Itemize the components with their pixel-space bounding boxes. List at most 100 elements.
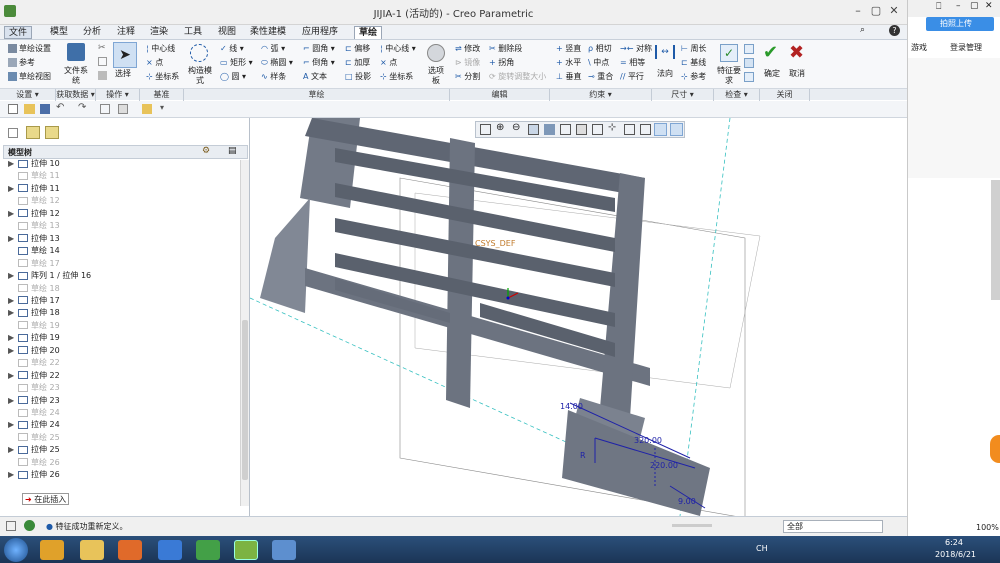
tree-scrollbar[interactable] (240, 160, 249, 506)
expand-arrow-icon[interactable]: ▶ (8, 345, 18, 357)
cancel-button[interactable]: 取消 (789, 68, 805, 80)
clock-date[interactable]: 2018/6/21 (935, 550, 976, 559)
sketch-centerline-button[interactable]: ¦ 中心线 ▾ (380, 43, 416, 55)
tree-item[interactable]: ▶ 拉伸 24 (8, 419, 60, 431)
file-system-button[interactable]: 文件系统 (64, 66, 88, 88)
copy-icon[interactable] (98, 57, 107, 66)
group-operations[interactable]: 操作 ▾ (96, 89, 140, 101)
taskbar-cloud-icon[interactable] (158, 540, 182, 560)
folder-browser-icon[interactable] (45, 126, 59, 139)
vertical-button[interactable]: + 竖直 (556, 43, 581, 55)
tree-item[interactable]: 草绘 25 (8, 432, 60, 444)
refit-icon[interactable] (480, 124, 491, 135)
menu-annotate[interactable]: 注释 (113, 26, 139, 39)
input-language[interactable]: CH (756, 544, 768, 553)
undo-icon[interactable]: ↶ (56, 102, 64, 113)
inspect-tool-3-icon[interactable] (744, 72, 754, 82)
menu-file[interactable]: 文件 (4, 26, 33, 39)
save-icon[interactable] (40, 104, 50, 114)
menu-sketch[interactable]: 草绘 (354, 26, 383, 39)
view-manager-icon[interactable] (576, 124, 587, 135)
side-panel-scrollbar[interactable] (991, 180, 1000, 300)
tree-item[interactable]: ▶ 拉伸 20 (8, 345, 60, 357)
coincident-button[interactable]: ⊸ 重合 (588, 71, 613, 83)
customize-qat-icon[interactable]: ▾ (160, 103, 164, 112)
repaint-icon[interactable] (528, 124, 539, 135)
tree-item[interactable]: 草绘 23 (8, 382, 60, 394)
construction-mode-button[interactable]: 构造模式 (188, 66, 212, 88)
dimension-220[interactable]: 220.00 (650, 461, 678, 470)
menu-view[interactable]: 视图 (214, 26, 240, 39)
tree-filter-icon[interactable]: ▤ (228, 146, 237, 156)
tree-scroll-thumb[interactable] (242, 320, 248, 480)
display-style-icon[interactable] (544, 124, 555, 135)
selection-filter[interactable]: 全部 (783, 520, 883, 533)
menu-analysis[interactable]: 分析 (79, 26, 105, 39)
expand-arrow-icon[interactable]: ▶ (8, 270, 18, 282)
tree-item[interactable]: ▶ 拉伸 23 (8, 395, 60, 407)
tree-toggle-icon[interactable] (8, 128, 18, 138)
expand-arrow-icon[interactable]: ▶ (8, 370, 18, 382)
help-icon[interactable]: ? (889, 25, 900, 36)
redo-icon[interactable]: ↷ (78, 102, 86, 113)
maximize-icon[interactable]: ▢ (868, 3, 884, 19)
sketch-setup-button[interactable]: 草绘设置 (8, 43, 51, 55)
delete-segment-button[interactable]: ✂ 删除段 (489, 43, 522, 55)
arc-button[interactable]: ◠ 弧 ▾ (261, 43, 285, 55)
zoom-out-icon[interactable]: ⊖ (512, 122, 520, 133)
expand-arrow-icon[interactable]: ▶ (8, 183, 18, 195)
taskbar-paint-icon[interactable] (272, 540, 296, 560)
symmetric-button[interactable]: →← 对称 (620, 43, 652, 55)
tree-item[interactable]: 草绘 14 (8, 245, 60, 257)
mirror-button[interactable]: ⊳ 镜像 (455, 57, 480, 69)
expand-arrow-icon[interactable]: ▶ (8, 469, 18, 481)
taskbar-browser-icon[interactable] (40, 540, 64, 560)
expand-arrow-icon[interactable]: ▶ (8, 444, 18, 456)
side-panel-minimize-icon[interactable]: – (956, 1, 961, 11)
divide-button[interactable]: ✂ 分割 (455, 71, 480, 83)
spline-button[interactable]: ∿ 样条 (261, 71, 286, 83)
games-link[interactable]: 游戏 (911, 42, 927, 53)
rectangle-button[interactable]: ▭ 矩形 ▾ (220, 57, 253, 69)
feature-requirements-button[interactable]: 特征要求 (717, 66, 741, 88)
tree-item[interactable]: 草绘 22 (8, 357, 60, 369)
perimeter-button[interactable]: ⊢ 周长 (681, 43, 707, 55)
inspect-tool-2-icon[interactable] (744, 58, 754, 68)
regenerate-icon[interactable] (100, 104, 110, 114)
tree-item[interactable]: 草绘 12 (8, 195, 60, 207)
expand-arrow-icon[interactable]: ▶ (8, 233, 18, 245)
new-file-icon[interactable] (8, 104, 18, 114)
menu-apps[interactable]: 应用程序 (298, 26, 342, 39)
select-button[interactable]: 选择 (115, 68, 131, 80)
group-constrain[interactable]: 约束 ▾ (550, 89, 652, 101)
search-icon[interactable]: ⌕ (860, 25, 865, 35)
fillet-button[interactable]: ⌐ 圆角 ▾ (303, 43, 335, 55)
tree-item[interactable]: ▶ 拉伸 18 (8, 307, 60, 319)
inspect-tool-1-icon[interactable] (744, 44, 754, 54)
menu-flexible[interactable]: 柔性建模 (246, 26, 290, 39)
open-folder-icon[interactable] (24, 104, 35, 114)
line-button[interactable]: ✓ 线 ▾ (220, 43, 244, 55)
group-dimension[interactable]: 尺寸 ▾ (652, 89, 714, 101)
sketcher-display-icon[interactable] (654, 123, 667, 136)
horizontal-button[interactable]: + 水平 (556, 57, 581, 69)
side-panel-restore-icon[interactable]: ▢ (970, 1, 979, 11)
tree-item[interactable]: 草绘 18 (8, 283, 60, 295)
tree-item[interactable]: ▶ 拉伸 11 (8, 183, 60, 195)
windows-icon[interactable] (118, 104, 128, 114)
photo-upload-button[interactable]: 拍照上传 (926, 17, 994, 31)
show-navigator-icon[interactable] (6, 521, 16, 531)
tree-item[interactable]: ▶ 拉伸 17 (8, 295, 60, 307)
sketch-view-button[interactable]: 草绘视图 (8, 71, 51, 83)
constraint-display-icon[interactable] (670, 123, 683, 136)
saved-views-icon[interactable] (560, 124, 571, 135)
text-button[interactable]: A 文本 (303, 71, 327, 83)
rotate-resize-button[interactable]: ⟳ 旋转调整大小 (489, 71, 546, 83)
offset-button[interactable]: ⊏ 偏移 (345, 43, 370, 55)
tree-item[interactable]: 草绘 24 (8, 407, 60, 419)
tree-settings-icon[interactable]: ⚙ (202, 146, 210, 156)
tangent-button[interactable]: ρ 相切 (588, 43, 612, 55)
dimension-9[interactable]: 9.00 (678, 497, 696, 506)
sketch-view-icon[interactable] (640, 124, 651, 135)
tree-item[interactable]: ▶ 拉伸 19 (8, 332, 60, 344)
